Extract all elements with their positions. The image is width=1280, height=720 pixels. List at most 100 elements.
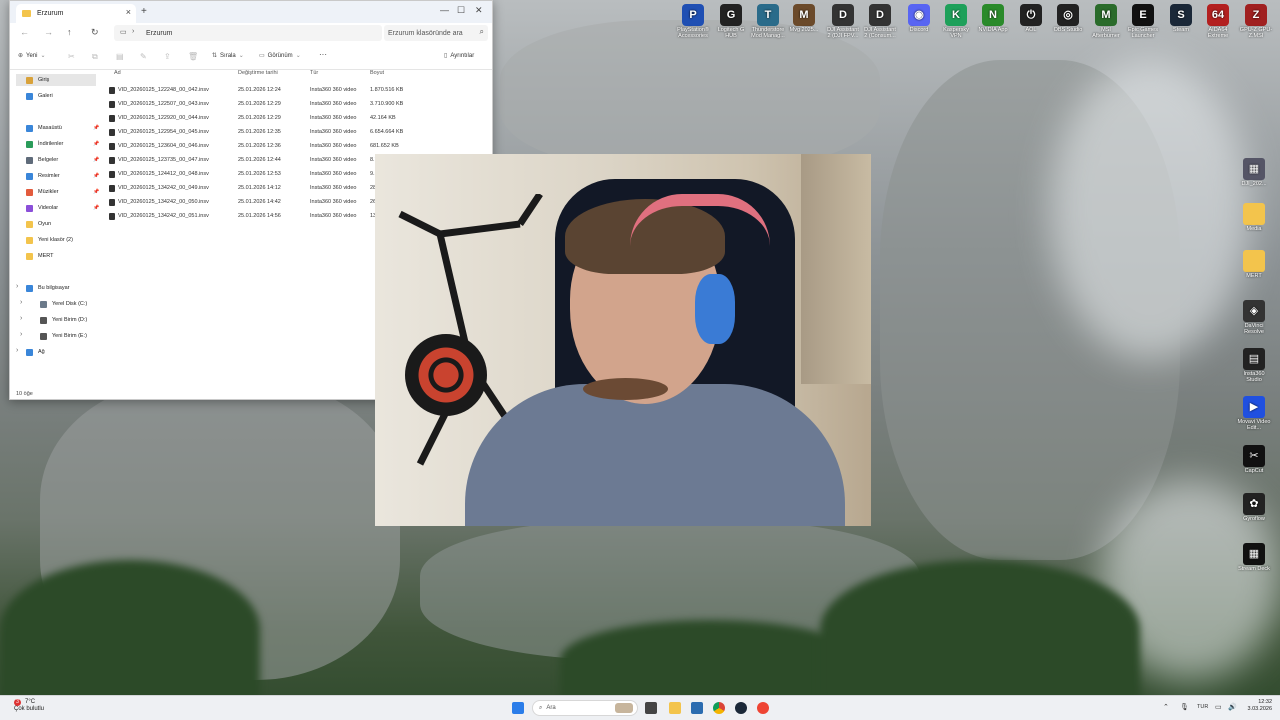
desktop-icon[interactable]: ◉ Discord [901,4,937,33]
microphone-icon[interactable]: 🎙 [1180,703,1189,711]
copy-icon[interactable]: ⧉ [92,52,98,62]
desktop-icon[interactable]: Media [1236,203,1272,232]
store-icon[interactable] [691,702,703,714]
share-icon[interactable]: ⇪ [164,52,171,61]
recording-app-icon[interactable] [757,702,769,714]
sidebar-item[interactable]: Galeri [26,90,53,102]
desktop-icon[interactable]: D DJI Assistant 2 (DJI FPV... [825,4,861,39]
minimize-button[interactable]: — [440,5,449,15]
desktop-icon[interactable]: ▶ Movavi Video Edit... [1236,396,1272,431]
app-icon: M [793,4,815,26]
sidebar-item[interactable]: Videolar 📌 [26,202,99,214]
file-row[interactable]: VID_20260125_122248_00_042.insv 25.01.202… [100,84,490,98]
desktop-icon[interactable]: E Epic Games Launcher [1125,4,1161,39]
desktop-icon[interactable]: 64 AIDA64 Extreme [1200,4,1236,39]
chevron-up-icon[interactable]: ⌃ [1163,703,1169,711]
status-bar-item-count: 10 öğe [16,391,33,397]
sidebar-item[interactable]: Oyun [26,218,51,230]
maximize-button[interactable]: ☐ [457,5,465,16]
chrome-icon[interactable] [713,702,725,714]
language-indicator[interactable]: TUR [1197,704,1208,710]
sidebar-item[interactable]: Yeni Birim (D:) [40,314,87,326]
column-header-type[interactable]: Tür [310,70,318,76]
network-icon[interactable]: ▭ [1215,703,1222,711]
sidebar-item[interactable]: Yeni klasör (2) [26,234,73,246]
sidebar-item[interactable]: Yerel Disk (C:) [40,298,87,310]
close-tab-icon[interactable]: × [126,7,131,17]
sidebar-item[interactable]: Bu bilgisayar [26,282,70,294]
new-tab-button[interactable]: + [141,6,147,17]
refresh-icon[interactable]: ↻ [91,27,99,38]
paste-icon[interactable]: ▤ [116,52,124,61]
desktop-icon[interactable]: D DJI Assistant 2 (Consum... [862,4,898,39]
sidebar-item[interactable]: Belgeler 📌 [26,154,99,166]
weather-widget[interactable]: 3 7°C Çok bulutlu [14,699,44,713]
desktop-icon[interactable]: M MSI Afterburner [1088,4,1124,39]
sidebar-item[interactable]: MERT [26,250,53,262]
taskbar-search[interactable]: ⌕ Ara [532,700,638,716]
sidebar-item[interactable]: Müzikler 📌 [26,186,99,198]
sidebar-item-label: İndirilenler [38,141,64,147]
more-options-button[interactable]: ··· [319,50,327,59]
sidebar-item-icon [26,252,33,260]
sidebar-item[interactable]: Giriş [16,74,96,86]
desktop-icon-label: Mvg 2025... [789,27,819,33]
file-row[interactable]: VID_20260125_122507_00_043.insv 25.01.202… [100,98,490,112]
file-row[interactable]: VID_20260125_122920_00_044.insv 25.01.202… [100,112,490,126]
column-header-name[interactable]: Ad [114,70,121,76]
task-view-icon[interactable] [645,702,657,714]
desktop-icon[interactable]: ▤ Insta360 Studio [1236,348,1272,383]
sort-button[interactable]: ⇅ Sırala ⌄ [212,52,244,60]
forward-arrow-icon[interactable]: → [44,27,53,37]
tab-erzurum[interactable]: Erzurum × [16,4,136,23]
file-type: Insta360 360 video [310,157,357,163]
steam-taskbar-icon[interactable] [735,702,747,714]
expand-chevron-icon[interactable]: › [20,299,22,306]
expand-chevron-icon[interactable]: › [16,283,18,290]
desktop-icon[interactable]: K Kaspersky VPN [938,4,974,39]
desktop-icon[interactable]: ◈ DaVinci Resolve [1236,300,1272,335]
expand-chevron-icon[interactable]: › [20,315,22,322]
new-button[interactable]: ⊕ Yeni ⌄ [18,52,46,60]
sidebar-item[interactable]: Yeni Birim (E:) [40,330,87,342]
column-header-size[interactable]: Boyut [370,70,384,76]
expand-chevron-icon[interactable]: › [20,331,22,338]
delete-icon[interactable]: 🗑 [188,52,198,61]
sidebar-item[interactable]: Masaüstü 📌 [26,122,99,134]
desktop-icon[interactable]: S Steam [1163,4,1199,33]
file-explorer-taskbar-icon[interactable] [669,702,681,714]
details-pane-button[interactable]: ▯ Ayrıntılar [444,52,474,60]
file-type: Insta360 360 video [310,185,357,191]
desktop-icon[interactable]: ✿ Gyroflow [1236,493,1272,522]
desktop-icon[interactable]: T Thunderstore Mod Manag... [750,4,786,39]
sidebar-item[interactable]: Resimler 📌 [26,170,99,182]
desktop-icon[interactable]: ▦ Stream Deck [1236,543,1272,572]
desktop-icon[interactable]: ✂ CapCut [1236,445,1272,474]
desktop-icon[interactable]: P PlayStation® Accessories [675,4,711,39]
view-button[interactable]: ▭ Görünüm ⌄ [259,52,301,60]
back-arrow-icon[interactable]: ← [20,27,29,37]
volume-icon[interactable]: 🔊 [1228,703,1237,711]
desktop-icon[interactable]: MERT [1236,250,1272,279]
address-input[interactable]: ▭ › Erzurum [114,25,382,41]
desktop-icon[interactable]: M Mvg 2025... [786,4,822,33]
up-arrow-icon[interactable]: ↑ [67,27,72,37]
desktop-icon[interactable]: ⏻ AOL [1013,4,1049,33]
desktop-icon[interactable]: G Logitech G HUB [713,4,749,39]
cut-icon[interactable]: ✂ [68,52,75,61]
column-header-date[interactable]: Değiştirme tarihi [238,70,278,76]
desktop-icon[interactable]: Z GPU-Z GPU-Z.MSI [1238,4,1274,39]
sidebar-item[interactable]: İndirilenler 📌 [26,138,99,150]
desktop-icon[interactable]: ◎ OBS Studio [1050,4,1086,33]
start-icon[interactable] [512,702,524,714]
file-row[interactable]: VID_20260125_122954_00_045.insv 25.01.202… [100,126,490,140]
close-window-button[interactable]: ✕ [475,5,483,16]
clock[interactable]: 12:32 3.03.2026 [1248,699,1272,713]
file-row[interactable]: VID_20260125_123604_00_046.insv 25.01.202… [100,140,490,154]
desktop-icon[interactable]: ▦ DJI_202... [1236,158,1272,187]
search-input[interactable]: Erzurum klasöründe ara ⌕ [384,25,488,41]
desktop-icon[interactable]: N NVIDIA App [975,4,1011,33]
sidebar-item[interactable]: Ağ [26,346,45,358]
rename-icon[interactable]: ✎ [140,52,147,61]
expand-chevron-icon[interactable]: › [16,347,18,354]
